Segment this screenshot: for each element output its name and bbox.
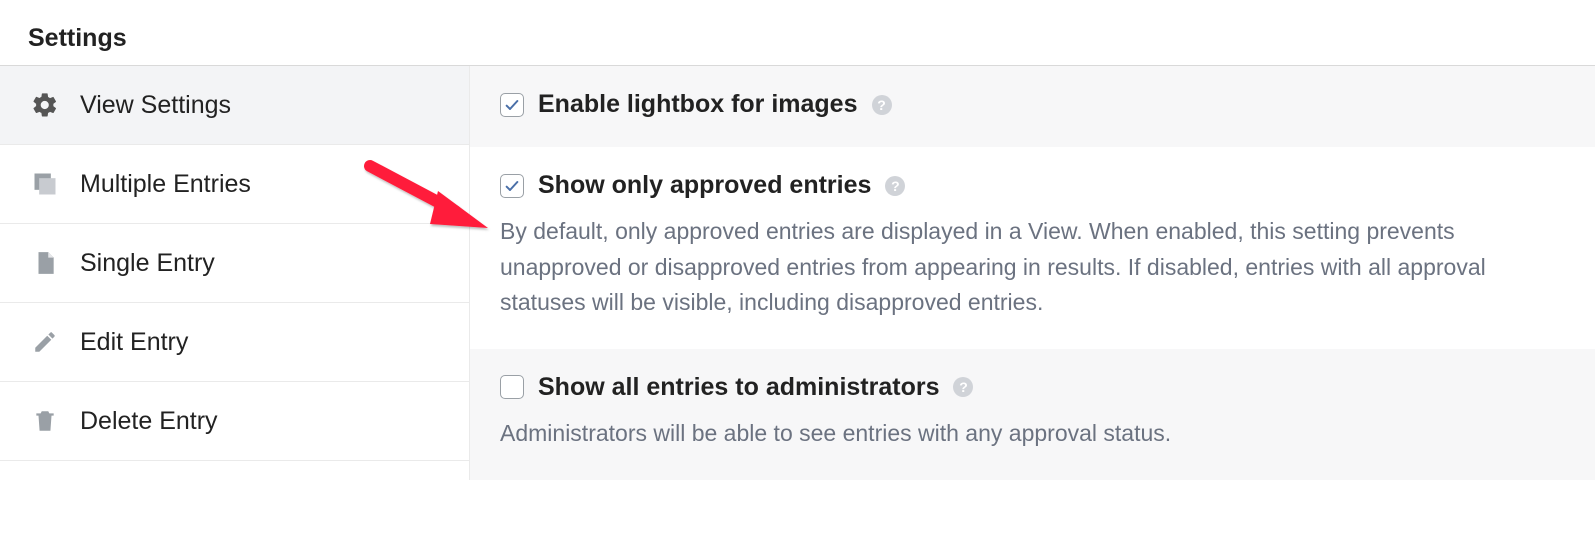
help-icon[interactable]: ? [885, 176, 905, 196]
sidebar-item-view-settings[interactable]: View Settings [0, 66, 469, 145]
stack-icon [30, 169, 60, 199]
setting-description: By default, only approved entries are di… [500, 214, 1565, 321]
pencil-icon [30, 327, 60, 357]
checkbox-show-all-admins[interactable] [500, 375, 524, 399]
page-title: Settings [0, 0, 1595, 65]
setting-enable-lightbox: Enable lightbox for images ? [470, 66, 1595, 147]
setting-label: Show all entries to administrators [538, 373, 939, 402]
setting-label: Enable lightbox for images [538, 90, 858, 119]
help-icon[interactable]: ? [953, 377, 973, 397]
sidebar-item-delete-entry[interactable]: Delete Entry [0, 382, 469, 461]
sidebar-item-single-entry[interactable]: Single Entry [0, 224, 469, 303]
sidebar: View Settings Multiple Entries Single En… [0, 66, 470, 480]
sidebar-item-label: Single Entry [80, 249, 215, 278]
checkbox-enable-lightbox[interactable] [500, 93, 524, 117]
sidebar-item-label: Edit Entry [80, 328, 188, 357]
help-icon[interactable]: ? [872, 95, 892, 115]
gear-icon [30, 90, 60, 120]
checkbox-approved-only[interactable] [500, 174, 524, 198]
setting-description: Administrators will be able to see entri… [500, 416, 1565, 452]
setting-approved-only: Show only approved entries ? By default,… [470, 147, 1595, 349]
sidebar-item-label: View Settings [80, 91, 231, 120]
setting-show-all-admins: Show all entries to administrators ? Adm… [470, 349, 1595, 480]
setting-label: Show only approved entries [538, 171, 871, 200]
main-panel: Enable lightbox for images ? Show only a… [470, 66, 1595, 480]
sidebar-item-label: Multiple Entries [80, 170, 251, 199]
trash-icon [30, 406, 60, 436]
file-icon [30, 248, 60, 278]
sidebar-item-multiple-entries[interactable]: Multiple Entries [0, 145, 469, 224]
settings-container: View Settings Multiple Entries Single En… [0, 65, 1595, 480]
sidebar-item-edit-entry[interactable]: Edit Entry [0, 303, 469, 382]
sidebar-item-label: Delete Entry [80, 407, 218, 436]
